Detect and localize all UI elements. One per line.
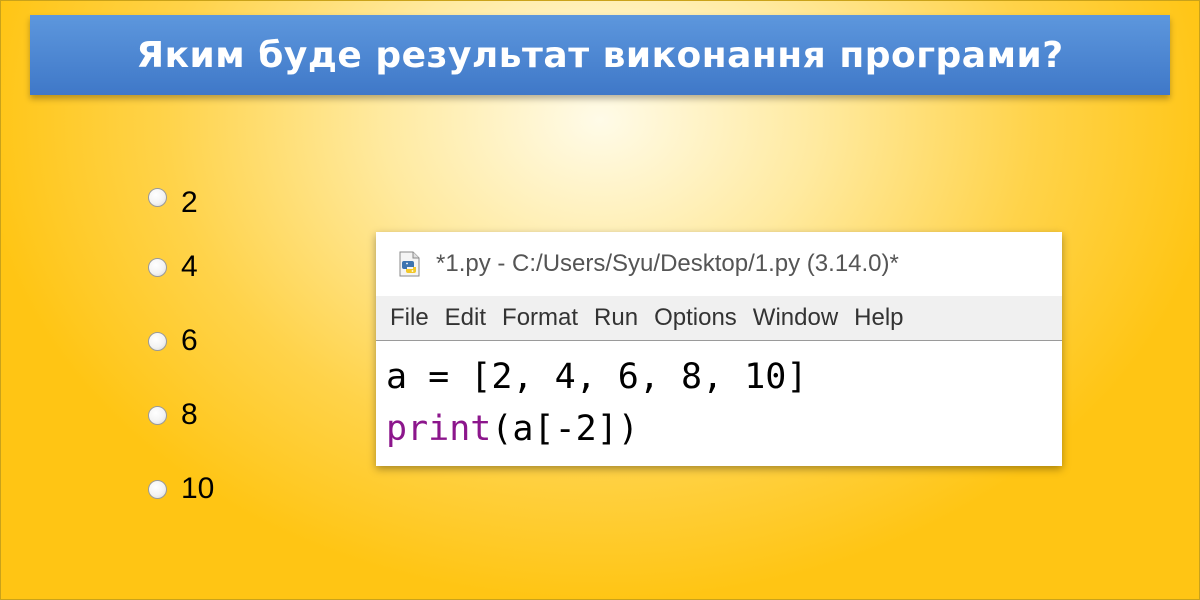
radio-button[interactable]	[148, 188, 167, 207]
option-10[interactable]: 10	[148, 452, 214, 526]
option-label: 8	[181, 398, 198, 431]
option-6[interactable]: 6	[148, 304, 214, 378]
menu-bar: File Edit Format Run Options Window Help	[376, 296, 1062, 341]
radio-button[interactable]	[148, 331, 167, 351]
option-8[interactable]: 8	[148, 378, 214, 452]
menu-file[interactable]: File	[390, 304, 429, 332]
idle-editor-window: *1.py - C:/Users/Syu/Desktop/1.py (3.14.…	[376, 232, 1062, 466]
window-titlebar: *1.py - C:/Users/Syu/Desktop/1.py (3.14.…	[376, 232, 1062, 296]
answer-options: 2 4 6 8 10	[148, 188, 214, 526]
menu-run[interactable]: Run	[594, 304, 638, 332]
question-title: Яким буде результат виконання програми?	[136, 34, 1064, 76]
option-label: 2	[181, 186, 198, 219]
code-call-args: (a[-2])	[491, 409, 639, 449]
radio-button[interactable]	[148, 479, 167, 499]
python-file-icon	[399, 251, 420, 277]
menu-window[interactable]: Window	[753, 304, 838, 332]
option-2[interactable]: 2	[148, 188, 214, 230]
window-title: *1.py - C:/Users/Syu/Desktop/1.py (3.14.…	[436, 250, 899, 277]
code-keyword-print: print	[386, 409, 492, 449]
option-4[interactable]: 4	[148, 230, 214, 304]
radio-button[interactable]	[148, 257, 167, 277]
option-label: 6	[181, 324, 198, 357]
code-line-2: print(a[-2])	[386, 403, 1062, 455]
option-label: 4	[181, 250, 198, 283]
menu-options[interactable]: Options	[654, 304, 737, 332]
question-header: Яким буде результат виконання програми?	[30, 15, 1170, 95]
radio-button[interactable]	[148, 405, 167, 425]
code-line-1: a = [2, 4, 6, 8, 10]	[386, 357, 808, 397]
menu-edit[interactable]: Edit	[445, 304, 486, 332]
option-label: 10	[181, 472, 215, 505]
menu-help[interactable]: Help	[854, 304, 903, 332]
menu-format[interactable]: Format	[502, 304, 578, 332]
code-area[interactable]: a = [2, 4, 6, 8, 10] print(a[-2])	[376, 341, 1062, 455]
